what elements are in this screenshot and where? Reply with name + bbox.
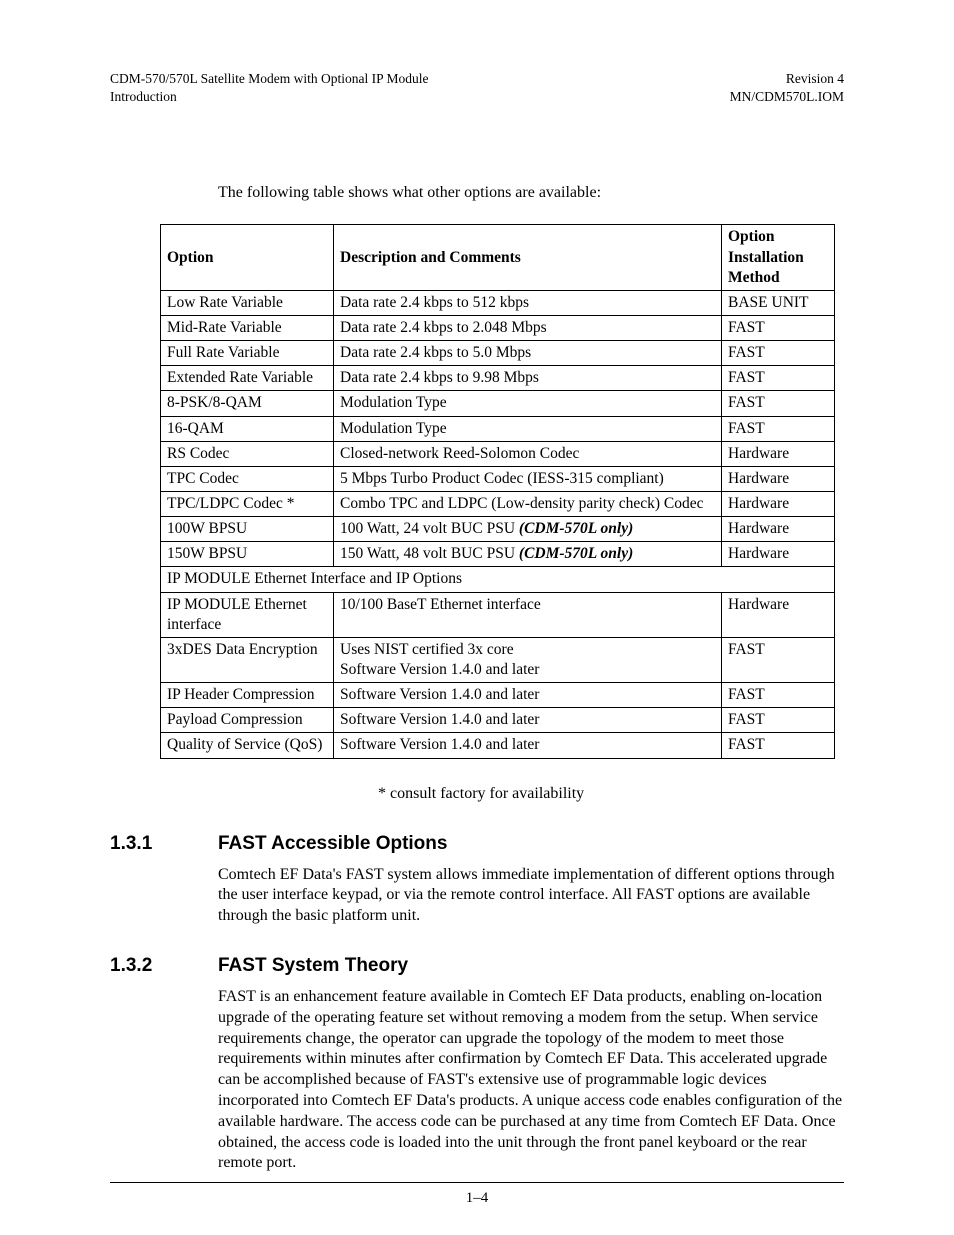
cell-method: Hardware (722, 441, 835, 466)
section-number: 1.3.1 (110, 833, 218, 855)
table-row: Mid-Rate Variable Data rate 2.4 kbps to … (161, 316, 835, 341)
table-row: IP Header Compression Software Version 1… (161, 683, 835, 708)
section-heading: 1.3.1FAST Accessible Options (110, 833, 844, 855)
cell-option: Low Rate Variable (161, 290, 334, 315)
section-number: 1.3.2 (110, 955, 218, 977)
table-row: Payload Compression Software Version 1.4… (161, 708, 835, 733)
table-row: 16-QAM Modulation Type FAST (161, 416, 835, 441)
table-row: TPC Codec 5 Mbps Turbo Product Codec (IE… (161, 466, 835, 491)
cell-method: FAST (722, 366, 835, 391)
col-desc: Description and Comments (334, 225, 722, 290)
table-intro: The following table shows what other opt… (218, 184, 844, 202)
table-row: Extended Rate Variable Data rate 2.4 kbp… (161, 366, 835, 391)
cell-option: 16-QAM (161, 416, 334, 441)
table-footnote: * consult factory for availability (378, 785, 844, 803)
table-row: Low Rate Variable Data rate 2.4 kbps to … (161, 290, 835, 315)
cell-option: IP MODULE Ethernet interface (161, 592, 334, 637)
cell-option: Full Rate Variable (161, 341, 334, 366)
table-row: IP MODULE Ethernet interface 10/100 Base… (161, 592, 835, 637)
cell-option: TPC/LDPC Codec * (161, 491, 334, 516)
col-option: Option (161, 225, 334, 290)
cell-method: FAST (722, 316, 835, 341)
cell-section: IP MODULE Ethernet Interface and IP Opti… (161, 567, 835, 592)
cell-option: 3xDES Data Encryption (161, 637, 334, 682)
cell-desc: Software Version 1.4.0 and later (334, 708, 722, 733)
cell-method: FAST (722, 637, 835, 682)
section-paragraph: FAST is an enhancement feature available… (218, 987, 844, 1174)
cell-desc: Data rate 2.4 kbps to 5.0 Mbps (334, 341, 722, 366)
cell-option: 150W BPSU (161, 542, 334, 567)
cell-desc: Software Version 1.4.0 and later (334, 733, 722, 758)
cell-method: FAST (722, 391, 835, 416)
cell-method: Hardware (722, 466, 835, 491)
cell-method: FAST (722, 708, 835, 733)
cell-option: Quality of Service (QoS) (161, 733, 334, 758)
table-row: 150W BPSU 150 Watt, 48 volt BUC PSU (CDM… (161, 542, 835, 567)
table-header-row: Option Description and Comments Option I… (161, 225, 835, 290)
cell-desc: Data rate 2.4 kbps to 2.048 Mbps (334, 316, 722, 341)
cell-desc: Uses NIST certified 3x coreSoftware Vers… (334, 637, 722, 682)
cell-desc: Data rate 2.4 kbps to 512 kbps (334, 290, 722, 315)
section-paragraph: Comtech EF Data's FAST system allows imm… (218, 865, 844, 927)
cell-method: BASE UNIT (722, 290, 835, 315)
cell-desc: 150 Watt, 48 volt BUC PSU (CDM-570L only… (334, 542, 722, 567)
cell-option: Payload Compression (161, 708, 334, 733)
cell-method: Hardware (722, 491, 835, 516)
cell-desc: 5 Mbps Turbo Product Codec (IESS-315 com… (334, 466, 722, 491)
cell-desc: Software Version 1.4.0 and later (334, 683, 722, 708)
cell-desc: Modulation Type (334, 391, 722, 416)
cell-desc: Combo TPC and LDPC (Low-density parity c… (334, 491, 722, 516)
table-row: 8-PSK/8-QAM Modulation Type FAST (161, 391, 835, 416)
cell-desc: Closed-network Reed-Solomon Codec (334, 441, 722, 466)
cell-option: TPC Codec (161, 466, 334, 491)
section-title: FAST Accessible Options (218, 833, 447, 855)
header-docnum: MN/CDM570L.IOM (730, 89, 844, 104)
cell-option: 100W BPSU (161, 517, 334, 542)
cell-option: Extended Rate Variable (161, 366, 334, 391)
page-number: 1–4 (0, 1190, 954, 1207)
page-header: CDM-570/570L Satellite Modem with Option… (110, 70, 844, 106)
header-revision: Revision 4 (786, 71, 844, 86)
cell-method: Hardware (722, 592, 835, 637)
table-row: 3xDES Data Encryption Uses NIST certifie… (161, 637, 835, 682)
section-title: FAST System Theory (218, 955, 408, 977)
header-product: CDM-570/570L Satellite Modem with Option… (110, 71, 428, 86)
table-row: TPC/LDPC Codec * Combo TPC and LDPC (Low… (161, 491, 835, 516)
header-section: Introduction (110, 89, 177, 104)
table-row: Quality of Service (QoS) Software Versio… (161, 733, 835, 758)
table-row: Full Rate Variable Data rate 2.4 kbps to… (161, 341, 835, 366)
cell-option: IP Header Compression (161, 683, 334, 708)
footer-rule (110, 1182, 844, 1183)
cell-desc: 100 Watt, 24 volt BUC PSU (CDM-570L only… (334, 517, 722, 542)
table-section-row: IP MODULE Ethernet Interface and IP Opti… (161, 567, 835, 592)
cell-method: FAST (722, 733, 835, 758)
cell-method: FAST (722, 683, 835, 708)
cell-desc: Data rate 2.4 kbps to 9.98 Mbps (334, 366, 722, 391)
cell-desc: Modulation Type (334, 416, 722, 441)
cell-method: FAST (722, 341, 835, 366)
cell-method: FAST (722, 416, 835, 441)
table-row: 100W BPSU 100 Watt, 24 volt BUC PSU (CDM… (161, 517, 835, 542)
table-row: RS Codec Closed-network Reed-Solomon Cod… (161, 441, 835, 466)
cell-desc: 10/100 BaseT Ethernet interface (334, 592, 722, 637)
cell-method: Hardware (722, 542, 835, 567)
cell-option: Mid-Rate Variable (161, 316, 334, 341)
options-table: Option Description and Comments Option I… (160, 224, 835, 758)
cell-option: 8-PSK/8-QAM (161, 391, 334, 416)
col-method: Option Installation Method (722, 225, 835, 290)
cell-option: RS Codec (161, 441, 334, 466)
section-heading: 1.3.2FAST System Theory (110, 955, 844, 977)
cell-method: Hardware (722, 517, 835, 542)
